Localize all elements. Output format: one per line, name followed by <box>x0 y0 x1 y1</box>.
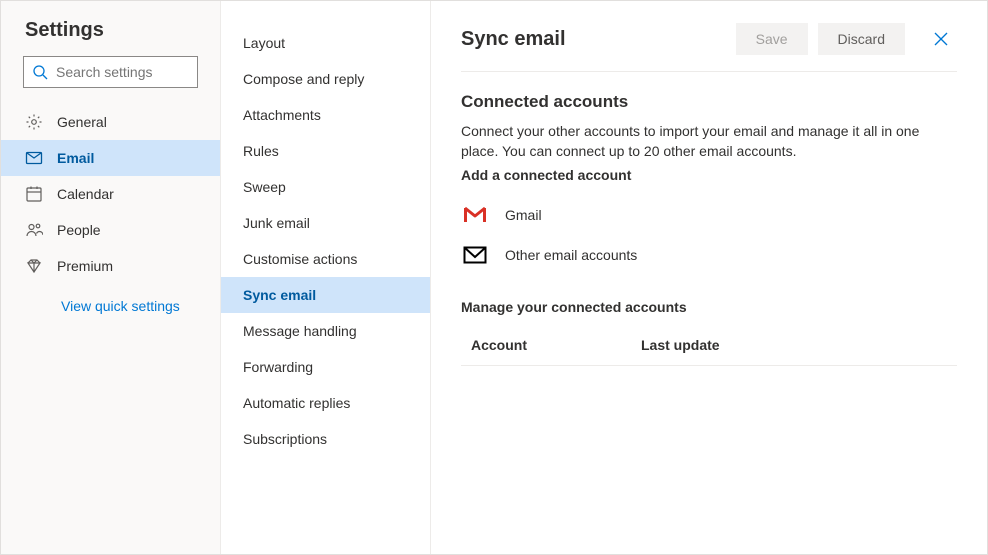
submenu-junk[interactable]: Junk email <box>221 205 430 241</box>
close-icon <box>934 32 948 46</box>
close-button[interactable] <box>925 23 957 55</box>
header-actions: Save Discard <box>736 23 957 55</box>
connected-accounts-section: Connected accounts Connect your other ac… <box>461 72 957 366</box>
submenu-compose[interactable]: Compose and reply <box>221 61 430 97</box>
connected-accounts-title: Connected accounts <box>461 92 957 112</box>
search-icon <box>32 64 48 80</box>
nav-label: Email <box>57 150 94 166</box>
nav-label: Calendar <box>57 186 114 202</box>
submenu-attachments[interactable]: Attachments <box>221 97 430 133</box>
submenu-customise[interactable]: Customise actions <box>221 241 430 277</box>
accounts-table-header: Account Last update <box>461 325 957 366</box>
view-quick-settings-link[interactable]: View quick settings <box>1 284 220 314</box>
envelope-icon <box>461 246 489 264</box>
add-gmail-option[interactable]: Gmail <box>461 195 957 235</box>
nav-item-email[interactable]: Email <box>1 140 220 176</box>
calendar-icon <box>25 185 43 203</box>
submenu-forwarding[interactable]: Forwarding <box>221 349 430 385</box>
submenu-sync-email[interactable]: Sync email <box>221 277 430 313</box>
content-title: Sync email <box>461 28 566 51</box>
settings-content: Sync email Save Discard Connected accoun… <box>431 1 987 554</box>
search-input[interactable] <box>56 64 189 80</box>
content-header: Sync email Save Discard <box>461 23 957 72</box>
nav-label: General <box>57 114 107 130</box>
gear-icon <box>25 113 43 131</box>
nav-item-general[interactable]: General <box>1 104 220 140</box>
people-icon <box>25 221 43 239</box>
gmail-label: Gmail <box>505 207 542 223</box>
discard-button[interactable]: Discard <box>818 23 905 55</box>
submenu-subscriptions[interactable]: Subscriptions <box>221 421 430 457</box>
add-connected-label: Add a connected account <box>461 167 957 183</box>
manage-accounts-title: Manage your connected accounts <box>461 299 957 315</box>
nav-label: Premium <box>57 258 113 274</box>
nav-item-premium[interactable]: Premium <box>1 248 220 284</box>
settings-nav: General Email Calendar People Premium <box>1 104 220 284</box>
submenu-rules[interactable]: Rules <box>221 133 430 169</box>
gmail-icon <box>461 206 489 224</box>
th-account: Account <box>471 337 641 353</box>
connected-accounts-desc: Connect your other accounts to import yo… <box>461 122 957 161</box>
save-button[interactable]: Save <box>736 23 808 55</box>
settings-title: Settings <box>1 19 220 56</box>
mail-icon <box>25 149 43 167</box>
nav-item-calendar[interactable]: Calendar <box>1 176 220 212</box>
submenu-automatic-replies[interactable]: Automatic replies <box>221 385 430 421</box>
search-wrap <box>1 56 220 104</box>
settings-sidebar: Settings General Email Calendar Peop <box>1 1 221 554</box>
settings-dialog: Settings General Email Calendar Peop <box>0 0 988 555</box>
settings-submenu: Layout Compose and reply Attachments Rul… <box>221 1 431 554</box>
submenu-list: Layout Compose and reply Attachments Rul… <box>221 25 430 457</box>
diamond-icon <box>25 257 43 275</box>
nav-label: People <box>57 222 101 238</box>
th-last-update: Last update <box>641 337 947 353</box>
add-other-email-option[interactable]: Other email accounts <box>461 235 957 275</box>
submenu-message-handling[interactable]: Message handling <box>221 313 430 349</box>
nav-item-people[interactable]: People <box>1 212 220 248</box>
submenu-layout[interactable]: Layout <box>221 25 430 61</box>
search-box[interactable] <box>23 56 198 88</box>
submenu-sweep[interactable]: Sweep <box>221 169 430 205</box>
other-email-label: Other email accounts <box>505 247 637 263</box>
